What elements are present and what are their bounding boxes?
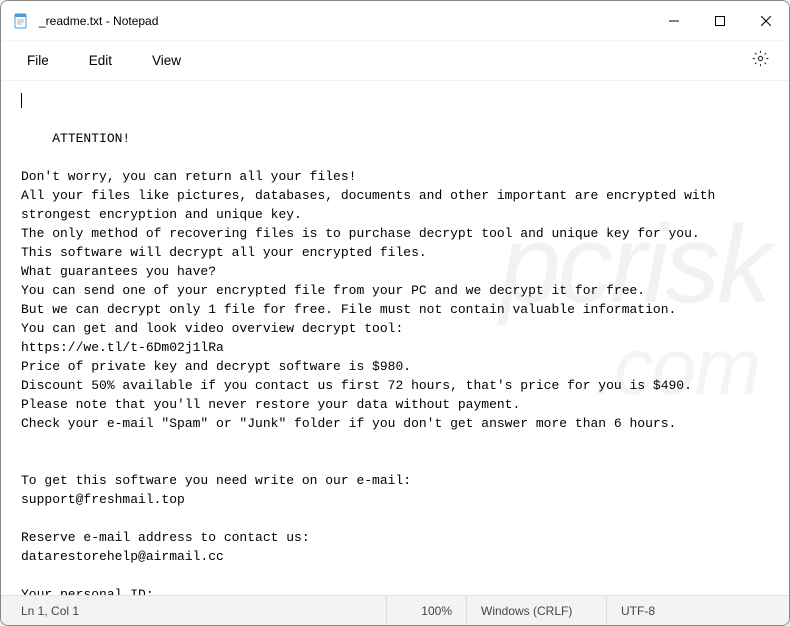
status-encoding: UTF-8 [607,596,783,625]
minimize-button[interactable] [651,1,697,40]
status-cursor-position: Ln 1, Col 1 [7,596,387,625]
document-text: ATTENTION! Don't worry, you can return a… [21,131,723,595]
menu-view[interactable]: View [136,47,197,74]
titlebar[interactable]: _readme.txt - Notepad [1,1,789,41]
gear-icon [752,50,769,72]
menu-file[interactable]: File [11,47,65,74]
settings-button[interactable] [742,44,779,78]
text-caret [21,93,22,108]
window-controls [651,1,789,40]
window-title: _readme.txt - Notepad [39,14,651,28]
menu-edit[interactable]: Edit [73,47,128,74]
status-zoom[interactable]: 100% [387,596,467,625]
close-button[interactable] [743,1,789,40]
menubar: File Edit View [1,41,789,81]
maximize-button[interactable] [697,1,743,40]
statusbar: Ln 1, Col 1 100% Windows (CRLF) UTF-8 [1,595,789,625]
text-editor-content[interactable]: ATTENTION! Don't worry, you can return a… [1,81,789,595]
notepad-app-icon [13,13,29,29]
notepad-window: _readme.txt - Notepad File Edit View [0,0,790,626]
status-line-ending: Windows (CRLF) [467,596,607,625]
